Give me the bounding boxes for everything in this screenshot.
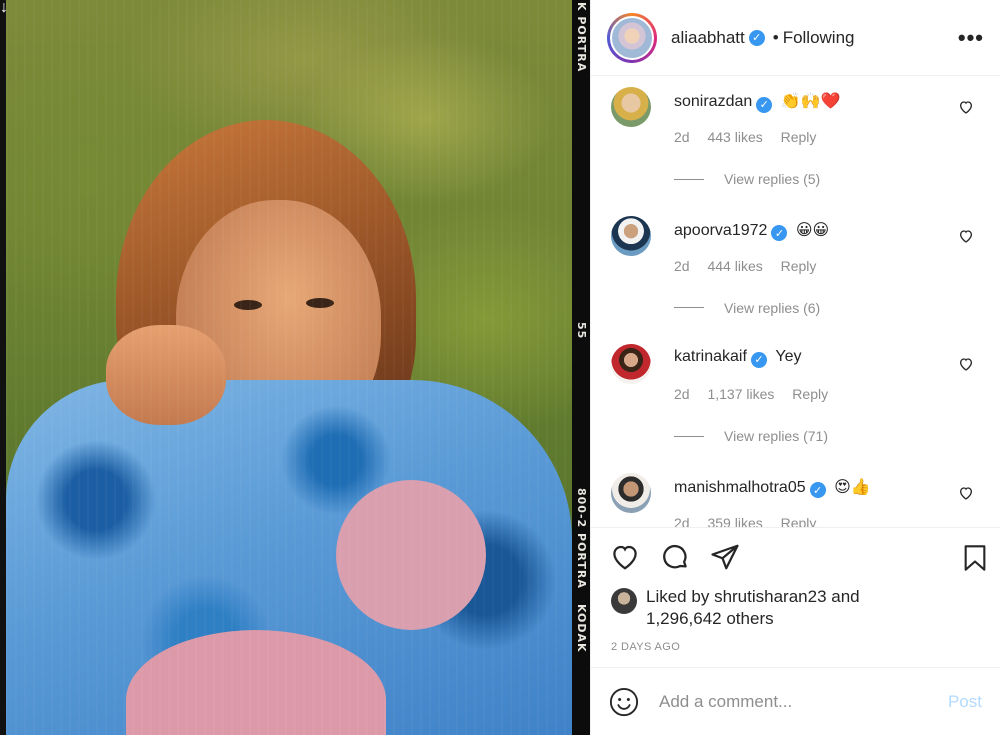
- view-replies-label: View replies (6): [724, 299, 821, 316]
- following-button[interactable]: Following: [783, 28, 855, 48]
- comment-like-heart-icon[interactable]: [958, 485, 974, 501]
- comment-text: Yey: [775, 348, 802, 365]
- photo-pink-pants: [126, 630, 386, 735]
- likes-summary: Liked by shrutisharan23 and 1,296,642 ot…: [611, 586, 860, 630]
- post-button[interactable]: Post: [948, 692, 982, 712]
- view-replies-button[interactable]: View replies (5): [674, 171, 820, 187]
- photo-image: [6, 0, 572, 735]
- photo-hair: [116, 120, 416, 480]
- comment-age: 2d: [674, 129, 690, 145]
- comment-text: 😀😀: [795, 221, 830, 239]
- likes-prefix: Liked by: [646, 587, 710, 606]
- comment-age: 2d: [674, 514, 690, 528]
- reply-button[interactable]: Reply: [781, 258, 817, 274]
- photo-eye-right: [306, 298, 334, 308]
- comment-likes[interactable]: 1,137 likes: [707, 386, 774, 402]
- photo-eye-left: [234, 300, 262, 310]
- comment-like-heart-icon[interactable]: [958, 99, 974, 115]
- comments-list[interactable]: sonirazdan ✓ 👏🙌❤️ 2d 443 likes Reply View…: [591, 77, 1000, 527]
- header-separator: •: [772, 27, 779, 47]
- post-actions: Liked by shrutisharan23 and 1,296,642 ot…: [591, 527, 1000, 667]
- comment-username[interactable]: katrinakaif: [674, 348, 747, 365]
- comment-avatar[interactable]: [611, 344, 651, 384]
- comment-text: 😍👍: [834, 478, 871, 496]
- reply-button[interactable]: Reply: [781, 129, 817, 145]
- comment-age: 2d: [674, 386, 690, 402]
- view-replies-dash: [674, 435, 704, 437]
- post-timestamp[interactable]: 2 DAYS AGO: [611, 641, 680, 653]
- down-arrow-icon: ↓: [0, 0, 8, 16]
- verified-badge-icon: ✓: [809, 482, 826, 498]
- more-options-icon[interactable]: •••: [958, 25, 984, 51]
- film-strip: K PORTRA 55 800-2 PORTRA KODAK: [572, 0, 590, 735]
- comment-composer: Post: [591, 667, 1000, 735]
- liker-avatar[interactable]: [611, 588, 637, 614]
- comment-likes[interactable]: 443 likes: [707, 129, 762, 145]
- comment-item: sonirazdan ✓ 👏🙌❤️ 2d 443 likes Reply View…: [591, 77, 1000, 206]
- film-strip-text: 55: [575, 322, 588, 340]
- film-strip-text: 800-2 PORTRA: [575, 488, 588, 589]
- photo-pink-sleeve: [336, 480, 486, 630]
- view-replies-button[interactable]: View replies (71): [674, 428, 828, 444]
- photo-face: [176, 200, 381, 445]
- comment-username[interactable]: sonirazdan: [674, 93, 752, 110]
- likes-conjunction: and: [831, 587, 860, 606]
- comment-item: katrinakaif ✓ Yey 2d 1,137 likes Reply Vi…: [591, 334, 1000, 463]
- comment-avatar[interactable]: [611, 87, 651, 127]
- comment-icon[interactable]: [659, 542, 691, 572]
- comment-item: manishmalhotra05 ✓ 😍👍 2d 359 likes Reply: [591, 463, 1000, 528]
- comment-username[interactable]: apoorva1972: [674, 222, 767, 239]
- photo-hand: [106, 325, 226, 425]
- comment-avatar[interactable]: [611, 472, 651, 513]
- share-icon[interactable]: [709, 542, 741, 572]
- photo-sweater: [6, 380, 572, 735]
- post-side-panel: aliaabhatt ✓ • Following ••• sonirazdan ✓…: [590, 0, 1000, 735]
- reply-button[interactable]: Reply: [792, 386, 828, 402]
- verified-badge-icon: ✓: [756, 96, 773, 113]
- comment-item: apoorva1972 ✓ 😀😀 2d 444 likes Reply View …: [591, 206, 1000, 335]
- comment-age: 2d: [674, 257, 690, 274]
- comment-username[interactable]: manishmalhotra05: [674, 479, 806, 496]
- post-photo[interactable]: K PORTRA 55 800-2 PORTRA KODAK ↓: [0, 0, 590, 735]
- comment-likes[interactable]: 359 likes: [707, 515, 762, 528]
- verified-badge-icon: ✓: [750, 351, 767, 368]
- emoji-icon[interactable]: [609, 687, 639, 717]
- comment-likes[interactable]: 444 likes: [707, 258, 762, 274]
- view-replies-label: View replies (71): [724, 428, 829, 444]
- comment-text: 👏🙌❤️: [780, 93, 841, 110]
- liker-username[interactable]: shrutisharan23: [714, 587, 826, 606]
- verified-badge-icon: ✓: [771, 225, 788, 241]
- view-replies-dash: [674, 307, 704, 308]
- reply-button[interactable]: Reply: [781, 515, 817, 528]
- comment-avatar[interactable]: [611, 215, 651, 256]
- likes-others-link[interactable]: 1,296,642 others: [646, 609, 774, 628]
- bookmark-icon[interactable]: [961, 542, 989, 574]
- author-avatar[interactable]: [607, 12, 657, 63]
- author-username[interactable]: aliaabhatt: [671, 28, 745, 48]
- film-strip-text: K PORTRA: [575, 2, 588, 73]
- comment-like-heart-icon[interactable]: [958, 356, 974, 372]
- view-replies-dash: [674, 178, 704, 180]
- view-replies-button[interactable]: View replies (6): [674, 300, 820, 316]
- comment-like-heart-icon[interactable]: [958, 228, 974, 244]
- comment-input[interactable]: [659, 691, 938, 712]
- view-replies-label: View replies (5): [724, 171, 821, 187]
- heart-icon[interactable]: [609, 542, 641, 572]
- film-strip-text: KODAK: [575, 604, 588, 653]
- post-header: aliaabhatt ✓ • Following •••: [591, 0, 1000, 76]
- verified-badge-icon: ✓: [748, 29, 765, 46]
